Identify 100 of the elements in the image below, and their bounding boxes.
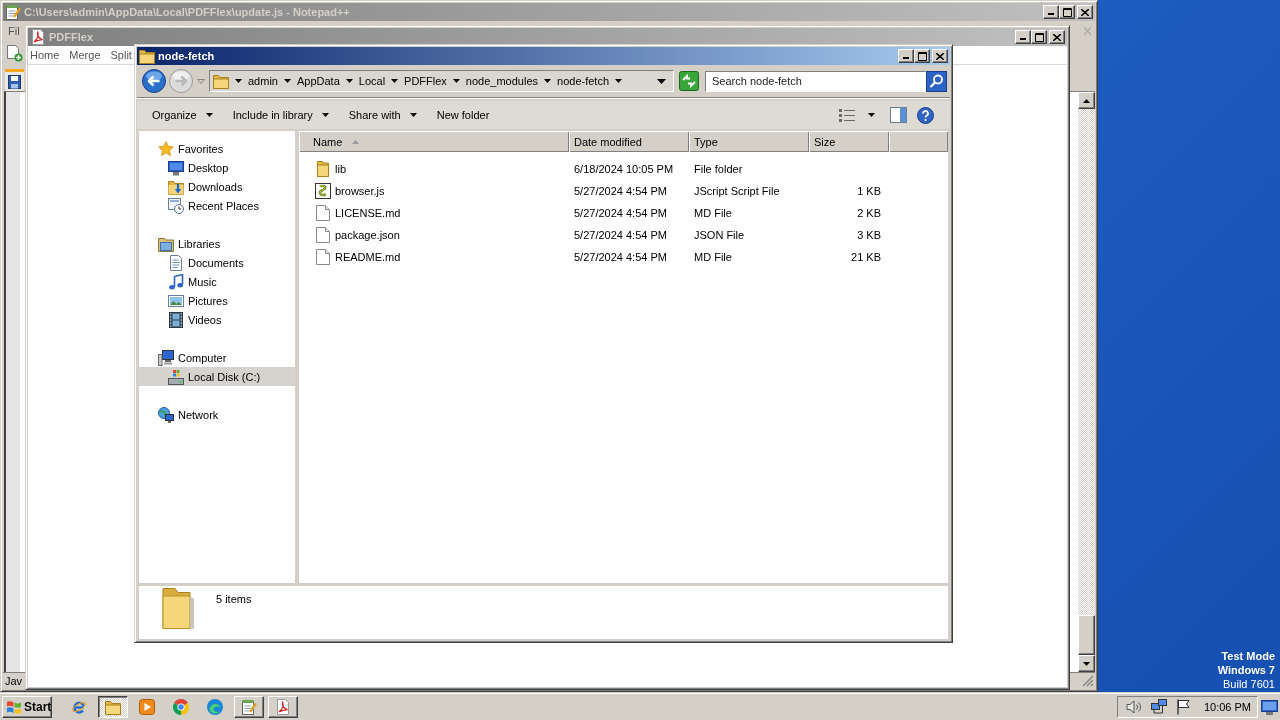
document-icon	[168, 254, 184, 271]
breadcrumb-item[interactable]: AppData	[296, 75, 340, 87]
minimize-button[interactable]	[1043, 5, 1059, 19]
maximize-button[interactable]	[914, 49, 930, 63]
close-button[interactable]	[1049, 30, 1065, 44]
caret-icon[interactable]	[283, 79, 291, 83]
close-button[interactable]	[932, 49, 948, 63]
nav-item[interactable]: Libraries	[139, 234, 295, 253]
close-button[interactable]	[1077, 5, 1093, 19]
nav-item[interactable]: Network	[139, 405, 295, 424]
breadcrumb-item[interactable]: Local	[358, 75, 386, 87]
nav-item[interactable]: Desktop	[139, 158, 295, 177]
clock[interactable]: 10:06 PM	[1203, 701, 1251, 713]
maximize-icon	[1062, 7, 1072, 17]
star-icon	[158, 140, 174, 157]
library-icon	[158, 235, 174, 252]
scroll-down-button[interactable]	[1078, 655, 1095, 672]
toolbar-button[interactable]: New folder	[430, 104, 496, 126]
minimize-icon	[903, 57, 909, 59]
desktop-text: Build 7601	[1222, 677, 1275, 691]
toolbar-button[interactable]: Organize	[146, 104, 219, 126]
show-desktop-icon[interactable]	[1261, 699, 1278, 715]
column-header[interactable]: Type	[689, 131, 809, 152]
round-browser-icon	[173, 699, 189, 715]
start-button[interactable]: Start	[2, 696, 52, 718]
desktop-icon	[168, 159, 184, 176]
nav-item[interactable]: Local Disk (C:)	[139, 367, 295, 386]
column-header[interactable]: Date modified	[569, 131, 689, 152]
flag-icon[interactable]	[1175, 699, 1190, 715]
minimize-button[interactable]	[898, 49, 914, 63]
scrollbar[interactable]	[1078, 92, 1095, 672]
file-icon	[316, 227, 330, 243]
table-cell-text: 5/27/2024 4:54 PM	[573, 206, 668, 221]
flag-logo-icon	[6, 699, 22, 715]
menu-tab[interactable]: Merge	[67, 49, 103, 61]
search-field[interactable]: Search node-fetch	[705, 70, 926, 92]
new-file-icon[interactable]	[7, 44, 23, 62]
menu-tab[interactable]: Home	[28, 49, 62, 61]
window-title: node-fetch	[158, 50, 215, 62]
menu-tab[interactable]: Split	[108, 49, 134, 61]
nav-item[interactable]: Documents	[139, 253, 295, 272]
up-triangle-icon	[1083, 98, 1090, 103]
caret-icon[interactable]	[345, 79, 353, 83]
breadcrumb-item[interactable]: PDFFlex	[404, 75, 447, 87]
column-header[interactable]: Name	[299, 131, 569, 152]
caret-icon[interactable]	[235, 79, 242, 83]
refresh-icon[interactable]	[679, 71, 699, 91]
dropdown-caret-icon[interactable]	[657, 78, 666, 84]
caret-icon[interactable]	[544, 79, 552, 83]
search-icon[interactable]	[926, 70, 947, 92]
breadcrumb-item[interactable]: admin	[248, 75, 278, 87]
nav-item[interactable]: Music	[139, 272, 295, 291]
table-cell-text: MD File	[693, 250, 733, 265]
scroll-thumb[interactable]	[1078, 615, 1095, 655]
nav-item[interactable]: Videos	[139, 310, 295, 329]
nav-item[interactable]: Downloads	[139, 177, 295, 196]
help-icon[interactable]	[917, 106, 934, 124]
view-list-icon[interactable]	[839, 108, 855, 122]
caret-icon[interactable]	[452, 79, 460, 83]
minimize-button[interactable]	[1015, 30, 1031, 44]
maximize-button[interactable]	[1031, 30, 1047, 44]
network-icon[interactable]	[1150, 699, 1167, 715]
caret-icon[interactable]	[615, 79, 622, 83]
taskbar-button[interactable]	[98, 696, 128, 718]
file-name[interactable]: README.md	[334, 250, 402, 264]
file-icon	[316, 249, 330, 265]
caret-icon[interactable]	[391, 79, 399, 83]
nav-item[interactable]: Recent Places	[139, 196, 295, 215]
table-cell-text: 5/27/2024 4:54 PM	[573, 184, 668, 199]
toolbar-button[interactable]: Include in library	[226, 104, 335, 126]
address-bar[interactable]: admin AppData Local PDFFlex node_modules node-fetch	[209, 70, 674, 92]
table-cell-text: JSON File	[693, 228, 746, 243]
nav-item[interactable]: Pictures	[139, 291, 295, 310]
back-icon[interactable]	[142, 69, 166, 93]
table-cell-text: 6/18/2024 10:05 PM	[573, 162, 675, 177]
music-note-icon	[168, 273, 184, 290]
file-name[interactable]: package.json	[334, 228, 401, 242]
wave-browser-icon	[207, 699, 223, 715]
column-header[interactable]: Size	[809, 131, 889, 152]
speaker-icon[interactable]	[1125, 699, 1142, 715]
nav-item[interactable]: Computer	[139, 348, 295, 367]
maximize-button[interactable]	[1059, 5, 1075, 19]
toolbar-button[interactable]: Share with	[342, 104, 423, 126]
down-triangle-icon	[1083, 661, 1090, 666]
caret-icon	[205, 113, 213, 117]
breadcrumb-item[interactable]: node-fetch	[557, 75, 609, 87]
file-name[interactable]: LICENSE.md	[334, 206, 402, 220]
menu-item[interactable]: Fil	[6, 25, 22, 37]
breadcrumb-item[interactable]: node_modules	[465, 75, 539, 87]
caret-icon	[321, 113, 329, 117]
resize-grip-icon[interactable]	[1082, 675, 1094, 687]
scroll-up-button[interactable]	[1078, 92, 1095, 109]
preview-pane-icon[interactable]	[890, 107, 907, 123]
nav-item[interactable]: Favorites	[139, 139, 295, 158]
script-file-icon	[315, 183, 331, 199]
document-tab[interactable]	[5, 69, 24, 91]
caret-icon[interactable]	[868, 113, 875, 117]
file-name[interactable]: browser.js	[334, 184, 386, 198]
folder-icon	[139, 48, 155, 64]
file-name[interactable]: lib	[334, 162, 347, 176]
